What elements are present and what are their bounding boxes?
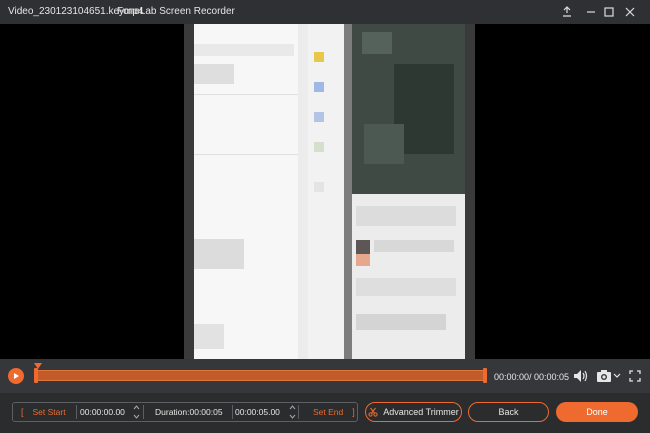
bracket-right-icon: ] <box>352 407 355 417</box>
advanced-trimmer-button[interactable]: Advanced Trimmer <box>365 402 462 422</box>
trim-end-handle[interactable] <box>483 368 487 383</box>
close-icon[interactable] <box>619 2 641 22</box>
advanced-trimmer-label: Advanced Trimmer <box>383 407 459 417</box>
back-label: Back <box>498 407 519 417</box>
timeline-bar: 00:00:00/ 00:00:05 <box>0 359 650 393</box>
end-time-value: 00:00:05.00 <box>235 407 280 417</box>
trim-start-handle[interactable] <box>34 368 38 383</box>
set-end-label: Set End <box>313 407 344 417</box>
play-button[interactable] <box>8 368 24 384</box>
divider <box>143 405 144 419</box>
trim-controls: [ Set Start 00:00:00.00 Duration:00:00:0… <box>0 393 650 433</box>
start-time-value: 00:00:00.00 <box>80 407 125 417</box>
set-end-button[interactable]: Set End ] <box>299 403 357 421</box>
chevron-down-icon[interactable] <box>612 371 622 381</box>
maximize-icon[interactable] <box>598 2 620 22</box>
divider <box>76 405 77 419</box>
fullscreen-icon[interactable] <box>628 369 642 383</box>
time-readout: 00:00:00/ 00:00:05 <box>494 372 570 382</box>
volume-icon[interactable] <box>572 369 590 383</box>
end-time-field[interactable]: 00:00:05.00 <box>235 403 287 421</box>
chevron-up-icon[interactable] <box>289 405 296 410</box>
scissors-icon <box>368 407 378 417</box>
done-label: Done <box>586 407 608 417</box>
playhead[interactable] <box>34 363 42 369</box>
video-frame <box>184 24 475 359</box>
chevron-down-icon[interactable] <box>289 414 296 419</box>
back-button[interactable]: Back <box>468 402 549 422</box>
chevron-up-icon[interactable] <box>133 405 140 410</box>
duration-display: Duration:00:00:05 <box>155 403 235 421</box>
set-start-label: Set Start <box>32 407 66 417</box>
done-button[interactable]: Done <box>556 402 638 422</box>
duration-label: Duration:00:00:05 <box>155 407 223 417</box>
title-bar: Video_230123104651.keymp4 FoneLab Screen… <box>0 0 650 24</box>
start-time-field[interactable]: 00:00:00.00 <box>80 403 132 421</box>
trim-box: [ Set Start 00:00:00.00 Duration:00:00:0… <box>12 402 358 422</box>
divider <box>232 405 233 419</box>
video-preview <box>0 24 650 359</box>
end-time-stepper[interactable] <box>289 405 296 419</box>
start-time-stepper[interactable] <box>133 405 140 419</box>
pin-icon[interactable] <box>556 2 578 22</box>
trim-track[interactable] <box>36 370 485 381</box>
bracket-left-icon: [ <box>21 407 24 417</box>
play-icon <box>14 373 19 379</box>
set-start-button[interactable]: [ Set Start <box>13 403 75 421</box>
chevron-down-icon[interactable] <box>133 414 140 419</box>
app-name: FoneLab Screen Recorder <box>117 6 235 17</box>
camera-icon[interactable] <box>596 369 612 383</box>
